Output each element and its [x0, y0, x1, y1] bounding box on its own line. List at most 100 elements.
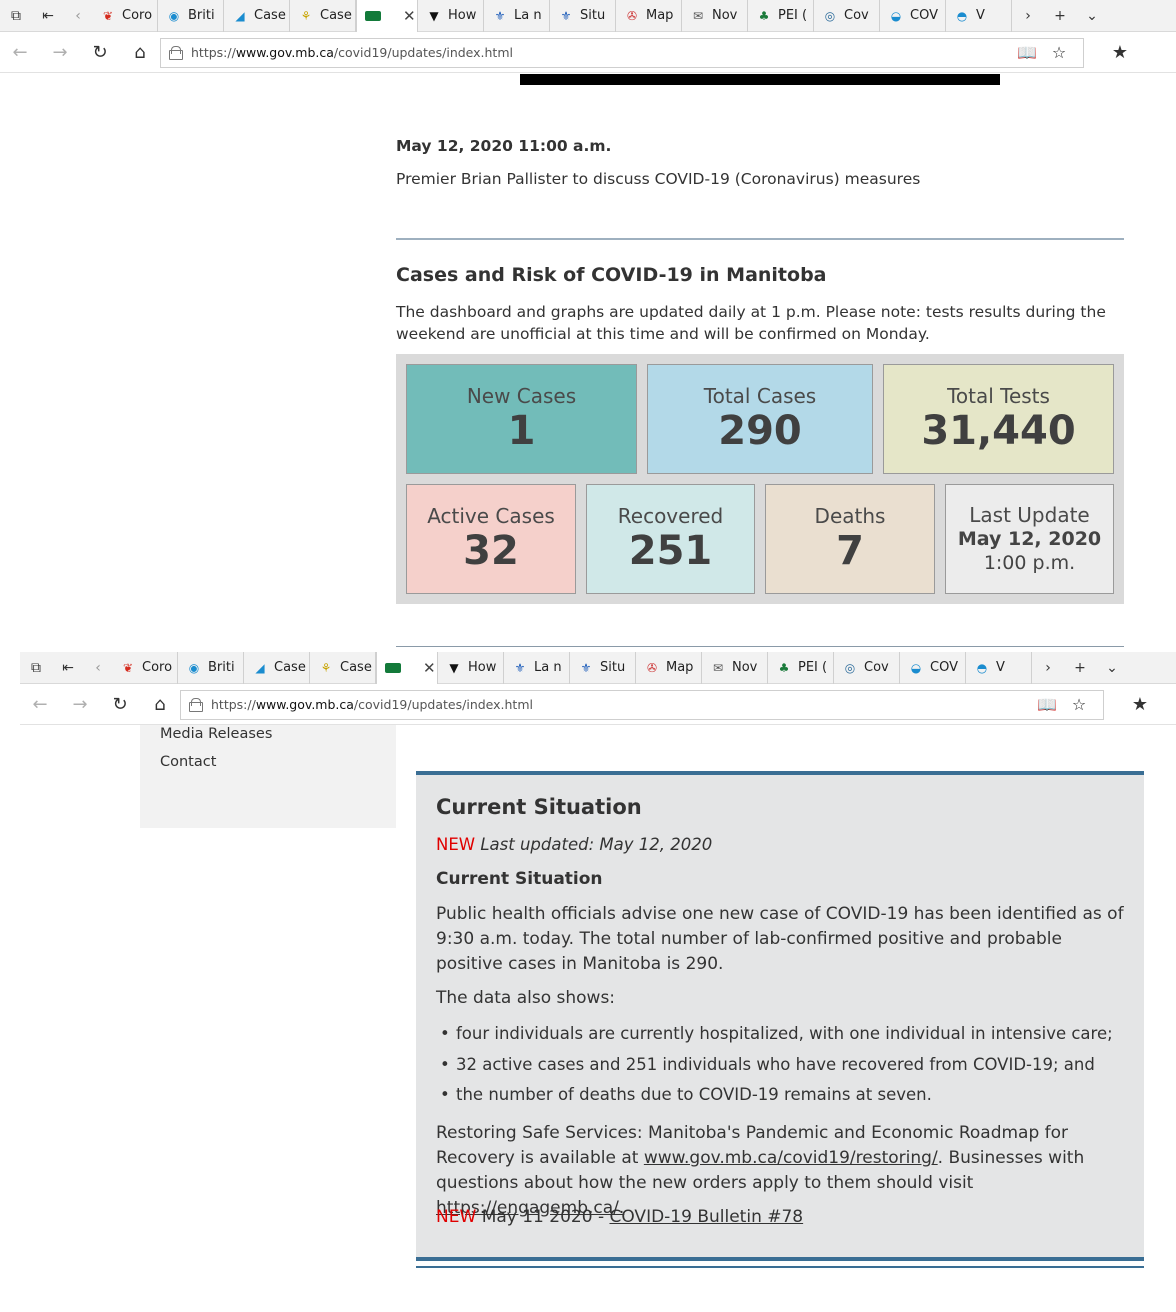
scroll-tabs-right-icon[interactable]: ›: [1012, 0, 1044, 32]
news-date: May 12, 2020 11:00 a.m.: [396, 137, 612, 155]
close-tab-icon[interactable]: ✕: [423, 659, 436, 677]
address-bar[interactable]: https://www.gov.mb.ca/covid19/updates/in…: [160, 37, 1084, 68]
browser-tab[interactable]: ❦ Coro: [112, 651, 178, 684]
tab-manager-icon[interactable]: ⧉: [20, 652, 52, 684]
reading-view-icon[interactable]: 📖: [1031, 695, 1063, 714]
set-aside-tabs-icon[interactable]: ⇤: [32, 0, 64, 32]
browser-tab[interactable]: ◎ Cov: [814, 0, 880, 32]
nl-icon: ◎: [844, 660, 856, 675]
alberta-icon: ◢: [255, 660, 265, 675]
refresh-button[interactable]: ↻: [100, 685, 140, 725]
browser-tab[interactable]: ◉ Briti: [158, 0, 224, 32]
address-bar[interactable]: https://www.gov.mb.ca/covid19/updates/in…: [180, 689, 1104, 720]
sidebar-item-contact[interactable]: Contact: [160, 754, 216, 770]
reading-view-icon[interactable]: 📖: [1011, 43, 1043, 62]
tab-label: Case: [254, 8, 286, 23]
news-headline[interactable]: Premier Brian Pallister to discuss COVID…: [396, 170, 920, 188]
scroll-tabs-left-icon[interactable]: ‹: [84, 652, 112, 684]
divider: [396, 238, 1124, 240]
browser-tab[interactable]: ✉ Nov: [702, 651, 768, 684]
alberta-icon: ◢: [235, 8, 245, 23]
tab-label: Situ: [580, 8, 606, 23]
browser-tab[interactable]: ◎ Cov: [834, 651, 900, 684]
new-tab-icon[interactable]: +: [1064, 652, 1096, 684]
nwt-icon: ◓: [956, 8, 968, 23]
browser-tab[interactable]: ▼ How: [438, 651, 504, 684]
browser-tab[interactable]: ⚜ Situ: [570, 651, 636, 684]
tile-label: Total Cases: [703, 384, 817, 408]
yukon-icon: ◒: [910, 660, 922, 675]
browser-tab[interactable]: ◉ Briti: [178, 651, 244, 684]
refresh-button[interactable]: ↻: [80, 33, 120, 73]
browser-tab[interactable]: ♣ PEI (: [768, 651, 834, 684]
tab-label: V: [976, 8, 985, 23]
browser-tab[interactable]: ◢ Case: [224, 0, 290, 32]
browser-tab[interactable]: ⚜ La n: [504, 651, 570, 684]
close-tab-icon[interactable]: ✕: [403, 7, 416, 25]
back-button[interactable]: ←: [20, 685, 60, 725]
browser-tab[interactable]: ⚘ Case: [290, 0, 356, 32]
browser-tab[interactable]: ✕: [356, 0, 418, 32]
forward-button[interactable]: →: [60, 685, 100, 725]
back-button[interactable]: ←: [0, 33, 40, 73]
tile-total-cases: Total Cases 290: [647, 364, 873, 474]
nl-icon: ◎: [824, 8, 836, 23]
list-item: four individuals are currently hospitali…: [440, 1024, 1113, 1043]
forward-button[interactable]: →: [40, 33, 80, 73]
tab-preview-chevron-icon[interactable]: ⌄: [1076, 0, 1108, 32]
favorites-bar-icon[interactable]: ★: [1100, 33, 1140, 73]
tab-label: Briti: [208, 660, 235, 675]
favorite-star-icon[interactable]: ☆: [1063, 695, 1095, 714]
browser-tab[interactable]: ◒ COV: [880, 0, 946, 32]
tab-label: Case: [274, 660, 306, 675]
tab-label: La n: [534, 660, 562, 675]
tile-deaths: Deaths 7: [765, 484, 935, 594]
browser-tab[interactable]: ✇ Map: [636, 651, 702, 684]
tile-time: 1:00 p.m.: [983, 552, 1076, 574]
sidebar-item-media-releases[interactable]: Media Releases: [160, 726, 272, 742]
cases-note: The dashboard and graphs are updated dai…: [396, 303, 1106, 343]
browser-window-bottom: ⧉ ⇤ ‹ ❦ Coro ◉ Briti ◢ Case ⚘ Case ✕ ▼ How ⚜ La n ⚜ Si…: [20, 651, 1176, 726]
browser-tab[interactable]: ✇ Map: [616, 0, 682, 32]
browser-tab[interactable]: ⚜ Situ: [550, 0, 616, 32]
tab-strip: ⧉ ⇤ ‹ ❦ Coro ◉ Briti ◢ Case ⚘ Case ✕ ▼ How ⚜ La n ⚜ Si…: [0, 0, 1176, 32]
video-bar: [520, 74, 1000, 85]
restoring-link[interactable]: www.gov.mb.ca/covid19/restoring/: [644, 1148, 938, 1168]
set-aside-tabs-icon[interactable]: ⇤: [52, 652, 84, 684]
home-button[interactable]: ⌂: [120, 33, 160, 73]
scroll-tabs-right-icon[interactable]: ›: [1032, 652, 1064, 684]
tab-manager-icon[interactable]: ⧉: [0, 0, 32, 32]
tile-label: Deaths: [814, 504, 886, 528]
browser-tab[interactable]: ◒ COV: [900, 651, 966, 684]
browser-tab[interactable]: ▼ How: [418, 0, 484, 32]
cases-dashboard: New Cases 1 Total Cases 290 Total Tests …: [396, 354, 1124, 604]
tile-value: 32: [463, 528, 519, 574]
browser-tab[interactable]: ⚜ La n: [484, 0, 550, 32]
nb-icon: ✇: [646, 660, 658, 675]
tab-strip: ⧉ ⇤ ‹ ❦ Coro ◉ Briti ◢ Case ⚘ Case ✕ ▼ How ⚜ La n ⚜ Si…: [20, 651, 1176, 684]
browser-tab[interactable]: ◢ Case: [244, 651, 310, 684]
tab-preview-chevron-icon[interactable]: ⌄: [1096, 652, 1128, 684]
browser-tab[interactable]: ✕: [376, 651, 438, 684]
browser-tab[interactable]: ◓ V: [966, 651, 1032, 684]
yukon-icon: ◒: [890, 8, 902, 23]
tab-label: Situ: [600, 660, 626, 675]
browser-tab[interactable]: ✉ Nov: [682, 0, 748, 32]
browser-tab[interactable]: ❦ Coro: [92, 0, 158, 32]
tab-label: PEI (: [778, 8, 808, 23]
browser-tab[interactable]: ◓ V: [946, 0, 1012, 32]
home-button[interactable]: ⌂: [140, 685, 180, 725]
favorites-bar-icon[interactable]: ★: [1120, 685, 1160, 725]
ontario-icon: ▼: [449, 660, 459, 675]
bulletin-link[interactable]: COVID-19 Bulletin #78: [609, 1207, 803, 1227]
tile-label: Recovered: [617, 504, 724, 528]
favorite-star-icon[interactable]: ☆: [1043, 43, 1075, 62]
tab-label: Nov: [712, 8, 738, 23]
browser-tab[interactable]: ♣ PEI (: [748, 0, 814, 32]
maple-leaf-icon: ❦: [102, 8, 114, 23]
scroll-tabs-left-icon[interactable]: ‹: [64, 0, 92, 32]
new-tab-icon[interactable]: +: [1044, 0, 1076, 32]
ns-icon: ✉: [712, 660, 724, 675]
browser-tab[interactable]: ⚘ Case: [310, 651, 376, 684]
divider: [416, 1266, 1144, 1268]
